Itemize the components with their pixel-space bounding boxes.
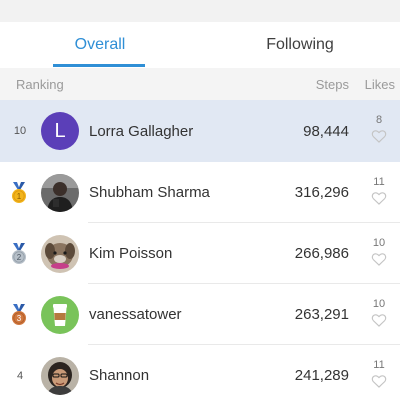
- avatar[interactable]: [41, 234, 79, 273]
- list-item-current-user[interactable]: 10 L Lorra Gallagher 98,444 8: [0, 100, 400, 162]
- heart-icon[interactable]: [371, 252, 387, 266]
- heart-icon[interactable]: [371, 374, 387, 388]
- gold-medal-icon: 1: [12, 181, 26, 203]
- like-control[interactable]: 11: [371, 359, 387, 388]
- list-item[interactable]: 3 vanessatower 263,291 10: [0, 284, 400, 345]
- heart-icon[interactable]: [371, 313, 387, 327]
- avatar[interactable]: [41, 295, 79, 334]
- like-control[interactable]: 10: [371, 237, 387, 266]
- leaderboard-list: 10 L Lorra Gallagher 98,444 8 1 Shubham: [0, 100, 400, 406]
- medal-rank: 2: [17, 253, 22, 262]
- step-count: 316,296: [294, 184, 349, 201]
- like-count: 10: [372, 298, 386, 310]
- user-name: Lorra Gallagher: [89, 122, 194, 140]
- like-count: 11: [373, 176, 385, 188]
- active-tab-indicator: [53, 64, 145, 67]
- user-name: Kim Poisson: [89, 245, 173, 262]
- leaderboard-header: Ranking Steps Likes: [0, 68, 400, 100]
- step-count: 241,289: [294, 367, 349, 384]
- like-control[interactable]: 11: [371, 176, 387, 205]
- avatar-photo: [41, 234, 79, 273]
- user-name: Shubham Sharma: [89, 184, 210, 201]
- list-item[interactable]: 2 Kim Poisson 266,986 10: [0, 223, 400, 284]
- likes-header: Likes: [364, 77, 395, 92]
- top-strip: [0, 0, 400, 22]
- rank-number: 10: [13, 125, 27, 137]
- avatar-photo: [41, 173, 79, 212]
- like-control[interactable]: 10: [371, 298, 387, 327]
- list-item[interactable]: 1 Shubham Sharma 316,296 11: [0, 162, 400, 223]
- user-name: Shannon: [89, 367, 150, 384]
- avatar[interactable]: [41, 356, 79, 395]
- user-name: vanessatower: [89, 306, 182, 323]
- avatar[interactable]: L: [41, 112, 79, 150]
- avatar-photo: [41, 295, 79, 334]
- ranking-header: Ranking: [16, 77, 64, 92]
- step-count: 98,444: [303, 122, 349, 140]
- avatar-photo: [41, 356, 79, 395]
- medal-rank: 3: [17, 314, 22, 323]
- silver-medal-icon: 2: [12, 242, 26, 264]
- avatar[interactable]: [41, 173, 79, 212]
- medal-rank: 1: [17, 192, 22, 201]
- like-count: 10: [372, 237, 386, 249]
- like-control[interactable]: 8: [371, 114, 387, 143]
- rank-number: 4: [16, 369, 24, 382]
- like-count: 11: [373, 359, 385, 371]
- step-count: 263,291: [294, 306, 349, 323]
- heart-icon[interactable]: [371, 129, 387, 143]
- tab-overall[interactable]: Overall: [0, 22, 200, 68]
- list-item[interactable]: 4 Shannon 241,289 11: [0, 345, 400, 406]
- bronze-medal-icon: 3: [12, 303, 26, 325]
- tab-bar: Overall Following: [0, 22, 400, 68]
- heart-icon[interactable]: [371, 191, 387, 205]
- steps-header: Steps: [315, 77, 349, 92]
- like-count: 8: [375, 114, 383, 126]
- step-count: 266,986: [294, 245, 349, 262]
- avatar-letter: L: [54, 119, 66, 142]
- tab-following[interactable]: Following: [200, 22, 400, 68]
